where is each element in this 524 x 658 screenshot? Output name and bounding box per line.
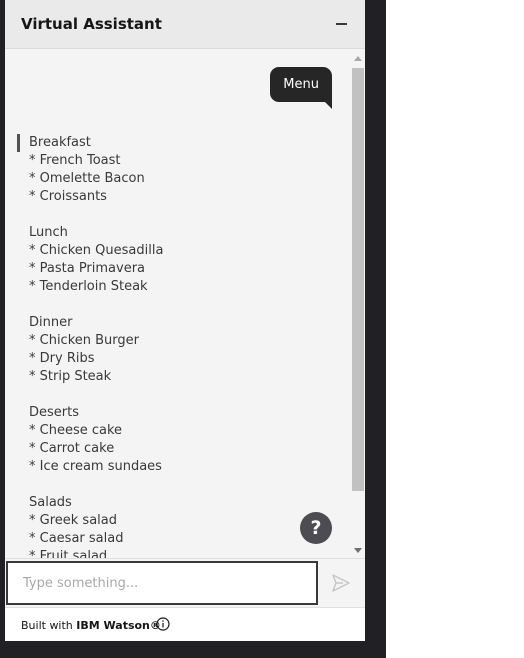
message-input[interactable] [6,561,318,605]
footer: Built with IBM Watson® [5,607,365,641]
footer-brand: IBM Watson® [76,619,161,632]
chat-header: Virtual Assistant [5,0,365,49]
chat-title: Virtual Assistant [21,15,162,33]
menu-item: * Cheese cake [29,423,123,438]
response-indicator [17,134,20,152]
assistant-response: Breakfast * French Toast * Omelette Bacon *… [17,134,163,558]
menu-item: * Chicken Quesadilla [29,243,164,258]
menu-item: * Greek salad [29,513,117,528]
bubble-tail [324,101,332,109]
menu-item: * Caesar salad [29,531,124,546]
menu-item: * Omelette Bacon [29,171,145,186]
menu-section: Salads * Greek salad * Caesar salad * Fruit… [29,494,163,558]
menu-section-heading: Lunch [29,225,68,240]
scroll-thumb[interactable] [352,68,364,491]
menu-section-heading: Dinner [29,315,73,330]
menu-section: Deserts * Cheese cake * Carrot cake * Ice c… [29,404,163,476]
minimize-icon[interactable] [336,23,347,25]
menu-item: * Pasta Primavera [29,261,146,276]
footer-prefix: Built with [21,619,77,632]
message-list: Menu Breakfast * French Toast * Omelette B… [5,50,351,558]
menu-item: * Croissants [29,189,107,204]
menu-item: * Dry Ribs [29,351,95,366]
menu-item: * Tenderloin Steak [29,279,148,294]
menu-item: * Fruit salad [29,549,108,558]
message-scrollbar[interactable] [351,50,365,558]
menu-section-heading: Salads [29,495,72,510]
input-row [5,558,365,607]
menu-section-heading: Deserts [29,405,79,420]
menu-item: * Strip Steak [29,369,112,384]
menu-item: * Carrot cake [29,441,115,456]
menu-section-heading: Breakfast [29,135,91,150]
menu-section: Dinner * Chicken Burger * Dry Ribs * Strip … [29,314,163,386]
user-message-bubble: Menu [270,67,332,102]
info-icon[interactable] [156,617,170,631]
menu-item: * Chicken Burger [29,333,140,348]
scroll-up-arrow-icon[interactable] [354,56,362,61]
chat-panel: Virtual Assistant Menu Breakfast * French… [5,0,365,641]
help-button[interactable]: ? [300,512,332,544]
send-icon[interactable] [331,573,351,593]
footer-text: Built with IBM Watson® [21,619,161,632]
menu-item: * Ice cream sundaes [29,459,162,474]
menu-section: Lunch * Chicken Quesadilla * Pasta Primave… [29,224,163,296]
help-icon: ? [310,517,322,539]
menu-item: * French Toast [29,153,121,168]
menu-section: Breakfast * French Toast * Omelette Bacon *… [29,134,163,206]
scroll-down-arrow-icon[interactable] [354,548,362,553]
